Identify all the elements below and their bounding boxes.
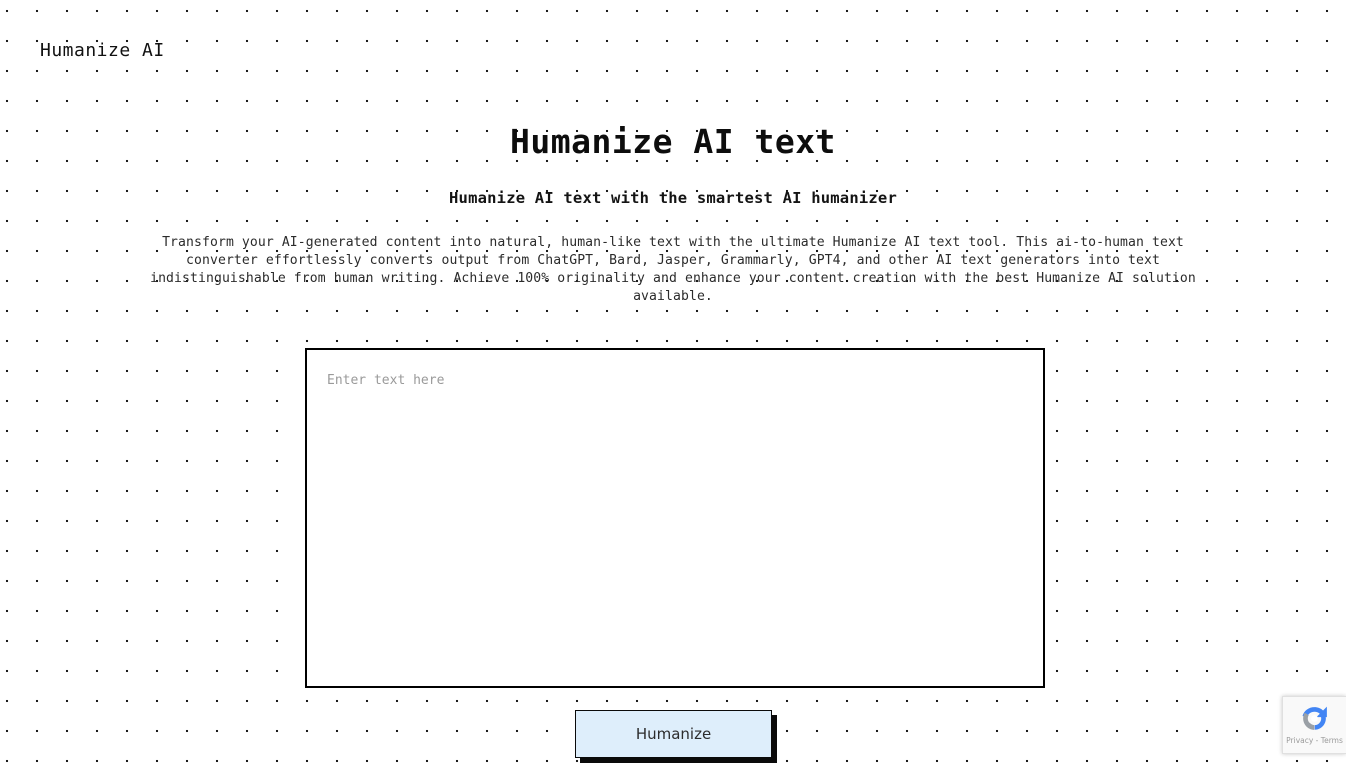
recaptcha-badge[interactable]: Privacy - Terms: [1282, 696, 1346, 754]
page-title: Humanize AI text: [510, 122, 836, 161]
humanize-button[interactable]: Humanize: [575, 710, 772, 758]
recaptcha-privacy-terms[interactable]: Privacy - Terms: [1286, 736, 1343, 746]
text-input[interactable]: [307, 350, 1043, 686]
page-root: Humanize AI Humanize AI text Humanize AI…: [0, 0, 1346, 768]
hero-section: Humanize AI text Humanize AI text with t…: [0, 118, 1346, 306]
site-header: Humanize AI: [0, 0, 1346, 100]
brand-logo[interactable]: Humanize AI: [40, 39, 165, 63]
page-description: Transform your AI-generated content into…: [150, 235, 1196, 304]
recaptcha-logo-icon: [1302, 706, 1327, 730]
page-subtitle: Humanize AI text with the smartest AI hu…: [449, 189, 897, 207]
text-input-container[interactable]: [305, 348, 1045, 688]
